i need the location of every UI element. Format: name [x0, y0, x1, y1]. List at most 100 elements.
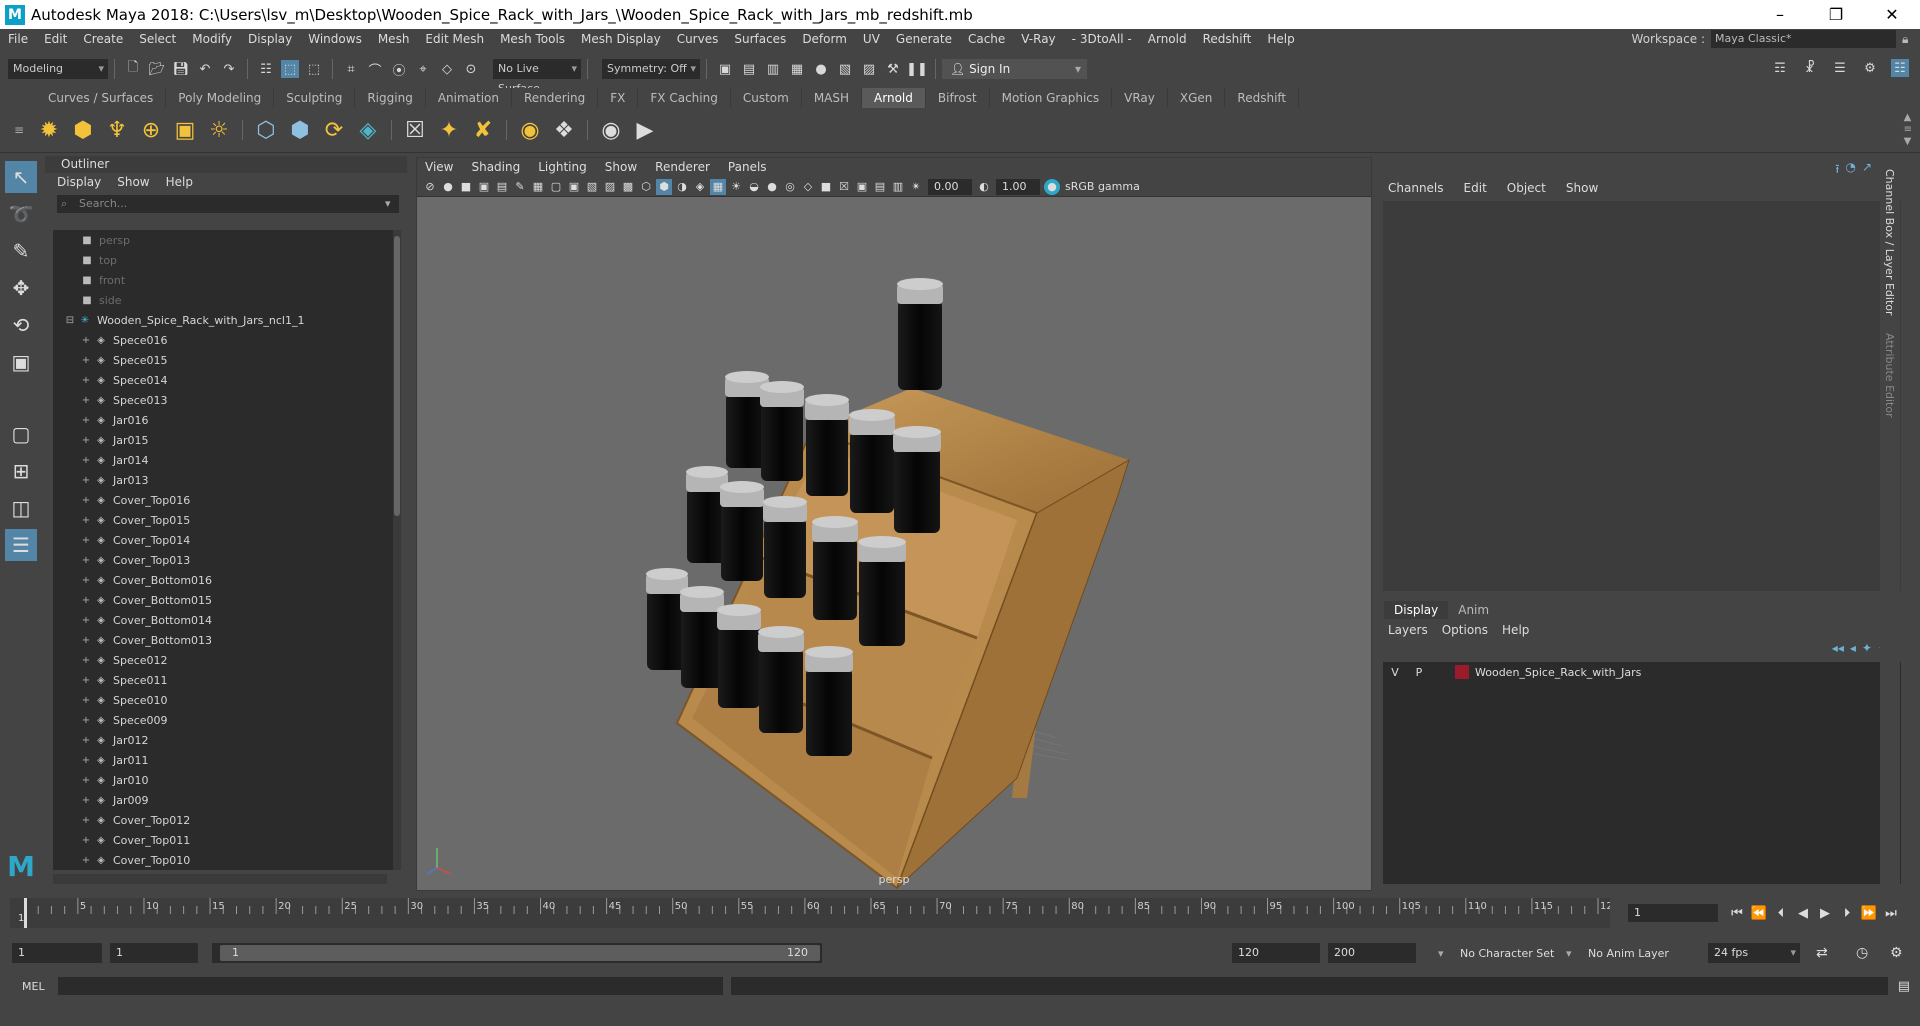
- wireframe-on-shaded-icon[interactable]: ◈: [692, 179, 708, 195]
- grid-icon[interactable]: ▦: [530, 179, 546, 195]
- range-slider[interactable]: 1 120: [212, 943, 822, 963]
- shelf-tab-vray[interactable]: VRay: [1112, 88, 1168, 108]
- menu-cache[interactable]: Cache: [960, 29, 1013, 49]
- move-tool-icon[interactable]: ✥: [5, 272, 37, 304]
- volume-icon[interactable]: ◈: [354, 116, 382, 144]
- export-standin-icon[interactable]: ⬢: [286, 116, 314, 144]
- shader-assign-icon[interactable]: ◉: [516, 116, 544, 144]
- menu-file[interactable]: File: [0, 29, 36, 49]
- bookmarks-icon[interactable]: ■: [458, 179, 474, 195]
- outliner-vertical-scrollbar[interactable]: [393, 230, 401, 870]
- scene-view[interactable]: [417, 198, 1371, 890]
- outliner-item[interactable]: + ◈ Cover_Bottom015: [53, 590, 395, 610]
- snap-grid-icon[interactable]: ⌗: [342, 60, 360, 78]
- render-region-icon[interactable]: ▧: [836, 60, 854, 78]
- expand-icon[interactable]: +: [79, 575, 93, 586]
- shelf-tab-fx-caching[interactable]: FX Caching: [638, 88, 731, 108]
- menu-3dtoall[interactable]: - 3DtoAll -: [1064, 29, 1140, 49]
- show-menu[interactable]: Show: [1566, 178, 1598, 198]
- shelf-tab-curves-surfaces[interactable]: Curves / Surfaces: [36, 88, 167, 108]
- transform-tool-icon[interactable]: ⭱: [1835, 160, 1839, 181]
- menu-select[interactable]: Select: [131, 29, 184, 49]
- menu-modify[interactable]: Modify: [184, 29, 240, 49]
- collapse-icon[interactable]: ⊟: [63, 315, 77, 326]
- select-tool-icon[interactable]: ↖: [5, 161, 37, 193]
- photometric-light-icon[interactable]: ♆: [103, 116, 131, 144]
- outliner-item[interactable]: + ◈ Spece014: [53, 370, 395, 390]
- step-forward-key-icon[interactable]: ⏩: [1858, 902, 1880, 924]
- resolution-gate-icon[interactable]: ▣: [566, 179, 582, 195]
- outliner-item[interactable]: + ◈ Cover_Top012: [53, 810, 395, 830]
- outliner-item[interactable]: + ◈ Jar012: [53, 730, 395, 750]
- menu-edit-mesh[interactable]: Edit Mesh: [417, 29, 492, 49]
- single-perspective-layout-icon[interactable]: ▢: [5, 418, 37, 450]
- expand-icon[interactable]: +: [79, 615, 93, 626]
- undo-icon[interactable]: ↶: [196, 60, 214, 78]
- gamma-icon[interactable]: ◐: [976, 179, 992, 195]
- default-material-icon[interactable]: ◑: [674, 179, 690, 195]
- shelf-tab-poly-modeling[interactable]: Poly Modeling: [166, 88, 275, 108]
- tab-anim-layers[interactable]: Anim: [1448, 601, 1499, 619]
- shelf-tab-motion-graphics[interactable]: Motion Graphics: [989, 88, 1113, 108]
- menu-arnold[interactable]: Arnold: [1140, 29, 1195, 49]
- mesh-light-icon[interactable]: ⬢: [69, 116, 97, 144]
- standin-icon[interactable]: ⬡: [252, 116, 280, 144]
- viewport-menu-renderer[interactable]: Renderer: [655, 158, 710, 177]
- expand-icon[interactable]: +: [79, 695, 93, 706]
- modeling-toolkit-icon[interactable]: ☶: [1771, 59, 1789, 77]
- expand-icon[interactable]: +: [79, 375, 93, 386]
- render-settings-icon[interactable]: ▦: [788, 60, 806, 78]
- select-component-icon[interactable]: ⬚: [305, 60, 323, 78]
- shelf-menu-icon[interactable]: ≡: [14, 123, 32, 137]
- scale-tool-icon[interactable]: ▣: [5, 346, 37, 378]
- depth-of-field-icon[interactable]: ■: [818, 179, 834, 195]
- range-slider-handle[interactable]: 1 120: [220, 945, 820, 961]
- menu-curves[interactable]: Curves: [669, 29, 727, 49]
- menu-display[interactable]: Display: [240, 29, 300, 49]
- menu-mesh[interactable]: Mesh: [370, 29, 418, 49]
- shelf-tab-mash[interactable]: MASH: [801, 88, 863, 108]
- expand-icon[interactable]: +: [79, 775, 93, 786]
- lasso-tool-icon[interactable]: ➰: [5, 198, 37, 230]
- physical-sky-icon[interactable]: ☼: [205, 116, 233, 144]
- redo-icon[interactable]: ↷: [220, 60, 238, 78]
- menu-redshift[interactable]: Redshift: [1195, 29, 1260, 49]
- snap-live-icon[interactable]: ⊙: [462, 60, 480, 78]
- shadows-icon[interactable]: ◒: [746, 179, 762, 195]
- render-view-icon[interactable]: ▣: [716, 60, 734, 78]
- channel-box-area[interactable]: [1383, 201, 1901, 591]
- shelf-tab-rendering[interactable]: Rendering: [512, 88, 599, 108]
- minimize-button[interactable]: –: [1752, 0, 1808, 29]
- shelf-tab-arnold[interactable]: Arnold: [862, 88, 926, 108]
- safe-action-icon[interactable]: ▩: [620, 179, 636, 195]
- layers-menu[interactable]: Layers: [1388, 621, 1428, 639]
- outliner-horizontal-scrollbar[interactable]: [53, 874, 387, 884]
- shelf-tab-bifrost[interactable]: Bifrost: [925, 88, 990, 108]
- wireframe-icon[interactable]: ⬡: [638, 179, 654, 195]
- gate-mask-icon[interactable]: ▧: [584, 179, 600, 195]
- help-menu[interactable]: Help: [1502, 621, 1529, 639]
- loop-icon[interactable]: ⇄: [1816, 945, 1828, 961]
- two-d-pan-icon[interactable]: ▤: [494, 179, 510, 195]
- outliner-item[interactable]: + ◈ Spece012: [53, 650, 395, 670]
- hypershade-icon[interactable]: ●: [812, 60, 830, 78]
- menu-deform[interactable]: Deform: [794, 29, 855, 49]
- layer-playback-toggle[interactable]: P: [1407, 666, 1431, 679]
- snap-view-icon[interactable]: ⌖: [414, 60, 432, 78]
- expand-icon[interactable]: +: [79, 455, 93, 466]
- menu-surfaces[interactable]: Surfaces: [726, 29, 794, 49]
- viewport-menu-lighting[interactable]: Lighting: [538, 158, 587, 177]
- move-layer-down-icon[interactable]: ◂: [1850, 641, 1856, 655]
- menu-vray[interactable]: V-Ray: [1013, 29, 1063, 49]
- object-menu[interactable]: Object: [1507, 178, 1546, 198]
- shelf-scroll-icon[interactable]: ▲ ≡ ▼: [1904, 112, 1912, 148]
- close-button[interactable]: ✕: [1864, 0, 1920, 29]
- animation-end-field[interactable]: 200: [1328, 943, 1416, 963]
- play-backward-icon[interactable]: ◀: [1792, 902, 1814, 924]
- viewport-menu-show[interactable]: Show: [605, 158, 637, 177]
- outliner-item[interactable]: + ◈ Spece011: [53, 670, 395, 690]
- viewport-menu-panels[interactable]: Panels: [728, 158, 767, 177]
- four-view-layout-icon[interactable]: ⊞: [5, 455, 37, 487]
- outliner-item[interactable]: + ◈ Cover_Bottom016: [53, 570, 395, 590]
- grease-pencil-icon[interactable]: ✎: [512, 179, 528, 195]
